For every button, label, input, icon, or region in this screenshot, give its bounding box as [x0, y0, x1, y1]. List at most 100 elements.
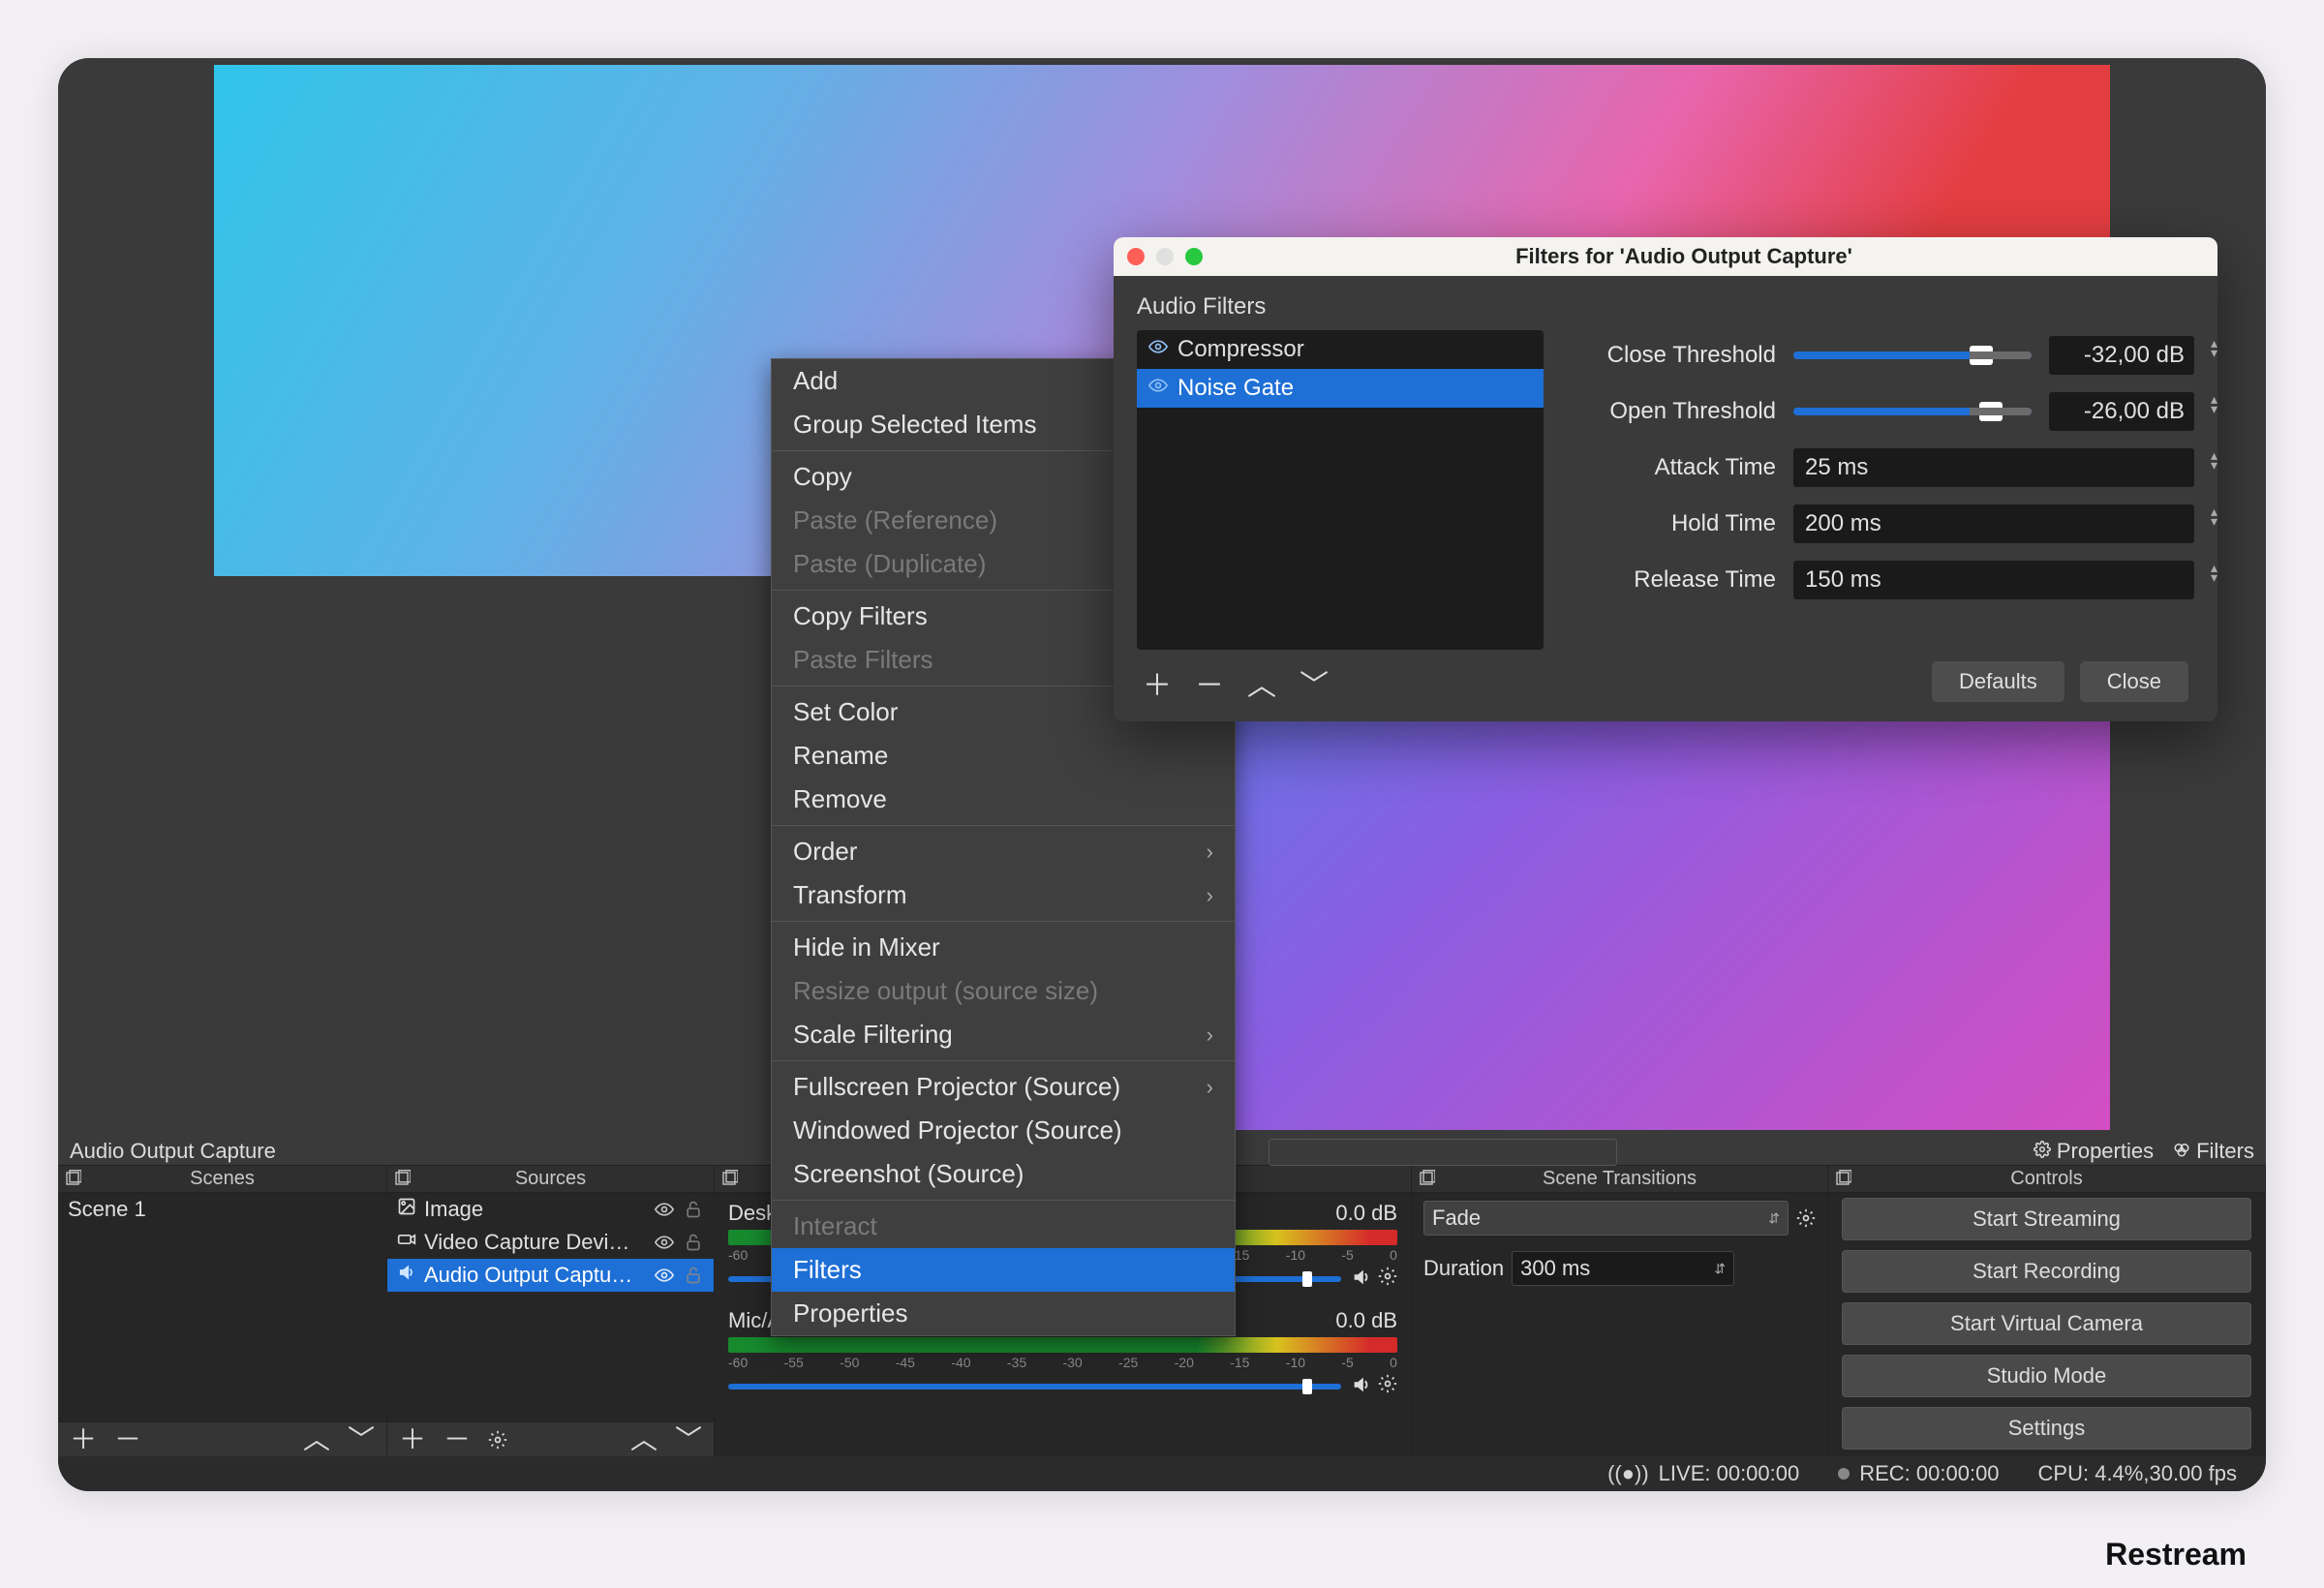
minimize-window-icon[interactable]	[1156, 248, 1174, 265]
menu-item-label: Transform	[793, 880, 907, 910]
undock-icon[interactable]	[1418, 1170, 1435, 1193]
channel-level: 0.0 dB	[1335, 1308, 1397, 1333]
hold-time-row: Hold Time 200 ms ▴▾	[1582, 504, 2194, 543]
volume-slider[interactable]	[728, 1384, 1341, 1390]
filter-item[interactable]: Compressor	[1137, 330, 1544, 369]
menu-item-scale-filtering[interactable]: Scale Filtering›	[772, 1013, 1235, 1056]
menu-item-screenshot-source-[interactable]: Screenshot (Source)	[772, 1152, 1235, 1196]
scenes-header: Scenes	[58, 1166, 387, 1192]
sources-toolbar: ＋ － ︿ ﹀	[387, 1421, 714, 1456]
menu-item-remove[interactable]: Remove	[772, 778, 1235, 821]
menu-item-windowed-projector-source-[interactable]: Windowed Projector (Source)	[772, 1109, 1235, 1152]
menu-item-properties[interactable]: Properties	[772, 1292, 1235, 1335]
menu-item-fullscreen-projector-source-[interactable]: Fullscreen Projector (Source)›	[772, 1065, 1235, 1109]
add-icon[interactable]: ＋	[70, 1426, 97, 1453]
source-item[interactable]: Audio Output Captu…	[387, 1259, 714, 1292]
close-threshold-slider[interactable]	[1793, 351, 2032, 359]
undock-icon[interactable]	[720, 1170, 738, 1193]
lock-icon[interactable]	[683, 1200, 704, 1219]
menu-item-label: Remove	[793, 784, 887, 814]
move-down-icon[interactable]: ﹀	[1300, 661, 1329, 704]
start-recording-button[interactable]: Start Recording	[1842, 1250, 2251, 1293]
hold-time-input[interactable]: 200 ms ▴▾	[1793, 504, 2194, 543]
menu-item-filters[interactable]: Filters	[772, 1248, 1235, 1292]
scenes-list[interactable]: Scene 1	[58, 1193, 386, 1421]
gear-icon[interactable]	[1378, 1374, 1397, 1398]
open-threshold-label: Open Threshold	[1582, 398, 1776, 425]
move-up-icon[interactable]: ︿	[1247, 661, 1276, 704]
menu-item-label: Add	[793, 366, 838, 396]
spinner-icon[interactable]: ⇵	[1714, 1261, 1726, 1277]
move-down-icon[interactable]: ﹀	[348, 1426, 375, 1453]
remove-icon[interactable]: －	[1195, 661, 1224, 704]
menu-item-rename[interactable]: Rename	[772, 734, 1235, 778]
spinner-icon[interactable]: ▴▾	[2211, 563, 2217, 582]
spinner-icon[interactable]: ▴▾	[2211, 338, 2217, 357]
sources-panel: Image Video Capture Devi… Audio Output C…	[387, 1193, 715, 1456]
properties-button[interactable]: Properties	[2034, 1139, 2154, 1164]
scene-item[interactable]: Scene 1	[58, 1193, 386, 1226]
eye-icon[interactable]	[1148, 336, 1168, 363]
filter-icon	[2173, 1139, 2190, 1164]
add-icon[interactable]: ＋	[1143, 661, 1172, 704]
gear-icon[interactable]	[1378, 1267, 1397, 1291]
lock-icon[interactable]	[683, 1233, 704, 1252]
filter-item[interactable]: Noise Gate	[1137, 369, 1544, 408]
move-up-icon[interactable]: ︿	[303, 1426, 330, 1453]
start-streaming-button[interactable]: Start Streaming	[1842, 1198, 2251, 1240]
menu-item-label: Interact	[793, 1211, 877, 1241]
gear-icon[interactable]	[1796, 1208, 1816, 1228]
attack-time-input[interactable]: 25 ms ▴▾	[1793, 448, 2194, 487]
spinner-icon[interactable]: ▴▾	[2211, 394, 2217, 413]
menu-item-interact: Interact	[772, 1205, 1235, 1248]
lock-icon[interactable]	[683, 1266, 704, 1285]
source-item[interactable]: Image	[387, 1193, 714, 1226]
move-down-icon[interactable]: ﹀	[675, 1426, 702, 1453]
defaults-button[interactable]: Defaults	[1932, 661, 2064, 702]
audio-filters-label: Audio Filters	[1137, 293, 1544, 321]
open-threshold-input[interactable]: -26,00 dB ▴▾	[2049, 392, 2194, 431]
menu-item-transform[interactable]: Transform›	[772, 873, 1235, 917]
eye-icon[interactable]	[654, 1200, 675, 1219]
menu-item-label: Fullscreen Projector (Source)	[793, 1072, 1120, 1102]
dialog-titlebar[interactable]: Filters for 'Audio Output Capture'	[1114, 237, 2217, 276]
menu-item-label: Screenshot (Source)	[793, 1159, 1024, 1189]
close-window-icon[interactable]	[1127, 248, 1145, 265]
close-button[interactable]: Close	[2080, 661, 2188, 702]
move-up-icon[interactable]: ︿	[630, 1426, 657, 1453]
release-time-input[interactable]: 150 ms ▴▾	[1793, 561, 2194, 599]
duration-input[interactable]: 300 ms ⇵	[1512, 1251, 1734, 1286]
speaker-icon[interactable]	[1351, 1374, 1372, 1398]
filter-list[interactable]: Compressor Noise Gate	[1137, 330, 1544, 650]
sources-list[interactable]: Image Video Capture Devi… Audio Output C…	[387, 1193, 714, 1421]
undock-icon[interactable]	[393, 1170, 411, 1193]
gear-icon[interactable]	[488, 1430, 507, 1450]
filter-name: Compressor	[1177, 336, 1304, 363]
filters-dialog: Filters for 'Audio Output Capture' Audio…	[1114, 237, 2217, 721]
eye-icon[interactable]	[654, 1266, 675, 1285]
chevron-right-icon: ›	[1207, 840, 1213, 865]
menu-item-hide-in-mixer[interactable]: Hide in Mixer	[772, 926, 1235, 969]
settings-button[interactable]: Settings	[1842, 1407, 2251, 1450]
undock-icon[interactable]	[1834, 1170, 1851, 1193]
start-virtual-camera-button[interactable]: Start Virtual Camera	[1842, 1302, 2251, 1345]
transition-select[interactable]: Fade ⇵	[1423, 1201, 1789, 1236]
spinner-icon[interactable]: ▴▾	[2211, 506, 2217, 526]
studio-mode-button[interactable]: Studio Mode	[1842, 1355, 2251, 1397]
add-icon[interactable]: ＋	[399, 1426, 426, 1453]
remove-icon[interactable]: －	[114, 1426, 141, 1453]
source-item[interactable]: Video Capture Devi…	[387, 1226, 714, 1259]
close-threshold-input[interactable]: -32,00 dB ▴▾	[2049, 336, 2194, 375]
rec-text: REC: 00:00:00	[1859, 1461, 1999, 1486]
remove-icon[interactable]: －	[443, 1426, 471, 1453]
speaker-icon[interactable]	[1351, 1267, 1372, 1291]
spinner-icon[interactable]: ▴▾	[2211, 450, 2217, 470]
eye-icon[interactable]	[654, 1233, 675, 1252]
eye-icon[interactable]	[1148, 375, 1168, 402]
undock-icon[interactable]	[64, 1170, 81, 1193]
open-threshold-slider[interactable]	[1793, 408, 2032, 415]
source-select-dropdown[interactable]	[1269, 1139, 1617, 1166]
zoom-window-icon[interactable]	[1185, 248, 1203, 265]
menu-item-order[interactable]: Order›	[772, 830, 1235, 873]
filters-button[interactable]: Filters	[2173, 1139, 2254, 1164]
